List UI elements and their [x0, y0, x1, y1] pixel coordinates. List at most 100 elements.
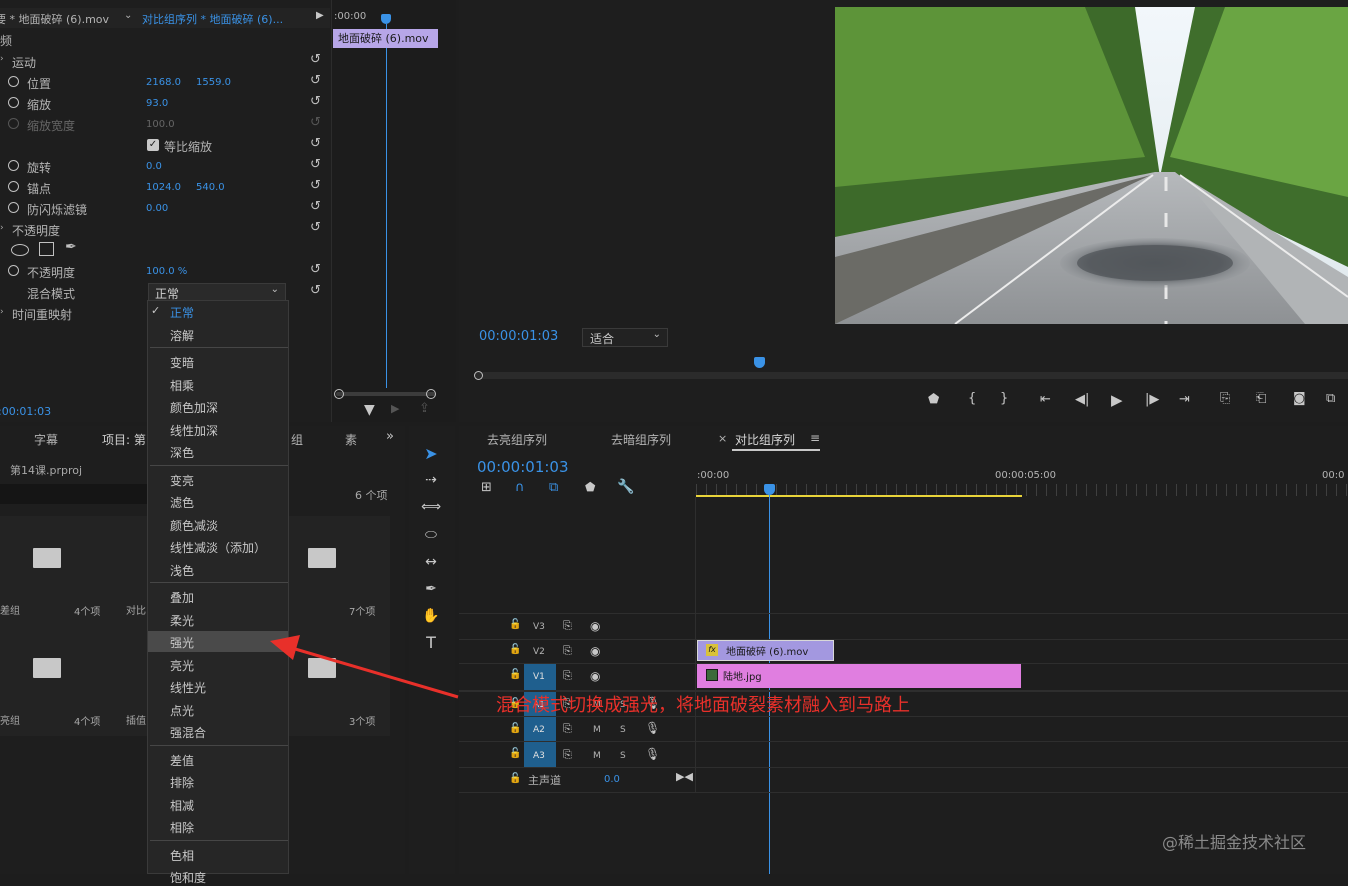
blend-menu-item[interactable]: 强光: [170, 634, 194, 651]
hand-tool-icon[interactable]: ✋: [421, 606, 441, 626]
blend-menu-item[interactable]: 线性光: [170, 679, 206, 696]
position-x-value[interactable]: 2168.0: [146, 77, 181, 88]
expand-chevron-icon[interactable]: ›: [0, 223, 4, 233]
add-marker-icon[interactable]: ⬟: [928, 392, 939, 407]
pen-tool-icon[interactable]: ✒: [421, 579, 441, 599]
blend-menu-item[interactable]: 深色: [170, 444, 194, 461]
toggle-sync-icon[interactable]: ⎘: [563, 644, 572, 658]
microphone-icon[interactable]: 🎙: [645, 747, 660, 761]
zoom-fit-select[interactable]: 适合 ⌄: [582, 328, 668, 347]
mini-playhead-marker[interactable]: [381, 14, 391, 24]
timeline-playhead-marker[interactable]: [764, 484, 775, 495]
mini-clip[interactable]: 地面破碎 (6).mov: [333, 29, 438, 48]
lock-icon[interactable]: 🔓: [509, 669, 521, 680]
mark-out-icon[interactable]: }: [1000, 391, 1008, 406]
reset-icon[interactable]: ↺: [310, 283, 321, 298]
reset-icon[interactable]: ↺: [310, 52, 321, 67]
lock-icon[interactable]: 🔓: [509, 644, 521, 655]
captions-tab[interactable]: 字幕: [34, 431, 58, 448]
blend-menu-item[interactable]: 叠加: [170, 589, 194, 606]
blend-menu-item[interactable]: 浅色: [170, 562, 194, 579]
jump-to-end-icon[interactable]: ▶◀: [676, 770, 693, 783]
timeline-timecode[interactable]: 00:00:01:03: [477, 458, 569, 476]
go-to-in-icon[interactable]: ⇤: [1040, 392, 1051, 407]
blend-menu-item[interactable]: 排除: [170, 774, 194, 791]
project-search-input[interactable]: [0, 484, 150, 504]
timeline-tab-2[interactable]: 对比组序列: [735, 431, 795, 448]
play-triangle-icon[interactable]: ▶: [316, 10, 324, 21]
program-scrub-bar[interactable]: [475, 372, 1348, 379]
button-editor-icon[interactable]: ⧉: [1326, 391, 1335, 406]
lock-icon[interactable]: 🔓: [509, 619, 521, 630]
folder-icon[interactable]: [33, 548, 61, 568]
media-tab[interactable]: 素: [345, 431, 357, 448]
mute-button[interactable]: M: [593, 751, 601, 761]
group-tab[interactable]: 组: [291, 431, 303, 448]
reset-icon[interactable]: ↺: [310, 199, 321, 214]
pen-mask-icon[interactable]: ✒: [65, 239, 77, 255]
lift-icon[interactable]: ⎘: [1220, 391, 1230, 406]
folder-icon[interactable]: [308, 658, 336, 678]
timeline-tab-1[interactable]: 去暗组序列: [611, 431, 671, 448]
stopwatch-icon[interactable]: [8, 265, 19, 276]
timeline-tab-0[interactable]: 去亮组序列: [487, 431, 547, 448]
rotation-value[interactable]: 0.0: [146, 161, 162, 172]
toggle-sync-icon[interactable]: ⎘: [563, 722, 572, 736]
sequence-clip-tab[interactable]: 对比组序列 * 地面破碎 (6)...: [142, 11, 283, 27]
folder-icon[interactable]: [33, 658, 61, 678]
rectangle-mask-icon[interactable]: [39, 242, 54, 256]
effect-mini-timeline[interactable]: [331, 0, 456, 422]
stopwatch-icon[interactable]: [8, 76, 19, 87]
eye-icon[interactable]: ◉: [590, 644, 600, 658]
work-area-bar[interactable]: [696, 495, 1022, 497]
wrench-icon[interactable]: 🔧: [617, 479, 634, 495]
extract-icon[interactable]: ⎗: [1256, 391, 1266, 406]
blend-menu-item[interactable]: 相除: [170, 819, 194, 836]
blend-menu-item[interactable]: 强混合: [170, 724, 206, 741]
anchor-y-value[interactable]: 540.0: [196, 182, 225, 193]
blend-menu-item[interactable]: 变暗: [170, 354, 194, 371]
program-video-frame[interactable]: [835, 7, 1348, 324]
eye-icon[interactable]: ◉: [590, 619, 600, 633]
blend-menu-item[interactable]: 柔光: [170, 612, 194, 629]
slip-tool-icon[interactable]: ↔: [421, 552, 441, 572]
stopwatch-icon[interactable]: [8, 160, 19, 171]
track-label-a3[interactable]: A3: [533, 751, 545, 761]
expand-chevron-icon[interactable]: ›: [0, 307, 4, 317]
position-y-value[interactable]: 1559.0: [196, 77, 231, 88]
nest-icon[interactable]: ⊞: [481, 480, 492, 495]
blend-menu-item[interactable]: 线性减淡（添加）: [170, 539, 266, 556]
razor-tool-icon[interactable]: ⬭: [421, 525, 441, 545]
program-timecode[interactable]: 00:00:01:03: [479, 329, 558, 344]
effect-timecode[interactable]: 00:00:01:03: [0, 405, 51, 418]
solo-button[interactable]: S: [620, 751, 626, 761]
play-icon[interactable]: ▶: [1111, 391, 1123, 409]
reset-icon[interactable]: ↺: [310, 220, 321, 235]
track-label-v2[interactable]: V2: [533, 647, 545, 657]
blend-menu-item[interactable]: 颜色减淡: [170, 517, 218, 534]
flicker-value[interactable]: 0.00: [146, 203, 168, 214]
snap-magnet-icon[interactable]: ∩: [515, 480, 525, 495]
linked-selection-icon[interactable]: ⧉: [549, 480, 558, 495]
filter-icon[interactable]: ▼: [364, 402, 375, 418]
stopwatch-icon[interactable]: [8, 202, 19, 213]
reset-icon[interactable]: ↺: [310, 94, 321, 109]
reset-icon[interactable]: ↺: [310, 262, 321, 277]
opacity-value[interactable]: 100.0 %: [146, 266, 187, 277]
blend-menu-item[interactable]: 颜色加深: [170, 399, 218, 416]
more-panels-icon[interactable]: »: [386, 429, 394, 444]
blend-menu-item[interactable]: 相减: [170, 797, 194, 814]
step-forward-icon[interactable]: |▶: [1145, 392, 1159, 407]
anchor-x-value[interactable]: 1024.0: [146, 182, 181, 193]
ellipse-mask-icon[interactable]: [11, 244, 29, 256]
blend-menu-item[interactable]: 正常: [170, 304, 194, 321]
stopwatch-icon[interactable]: [8, 181, 19, 192]
master-volume-value[interactable]: 0.0: [604, 774, 620, 785]
blend-menu-item[interactable]: 饱和度: [170, 869, 206, 886]
mini-zoom-scrollbar[interactable]: [336, 392, 436, 396]
chevron-down-icon[interactable]: ⌄: [124, 10, 132, 21]
blend-menu-item[interactable]: 线性加深: [170, 422, 218, 439]
solo-button[interactable]: S: [620, 725, 626, 735]
eye-icon[interactable]: ◉: [590, 669, 600, 683]
blend-menu-item[interactable]: 色相: [170, 847, 194, 864]
